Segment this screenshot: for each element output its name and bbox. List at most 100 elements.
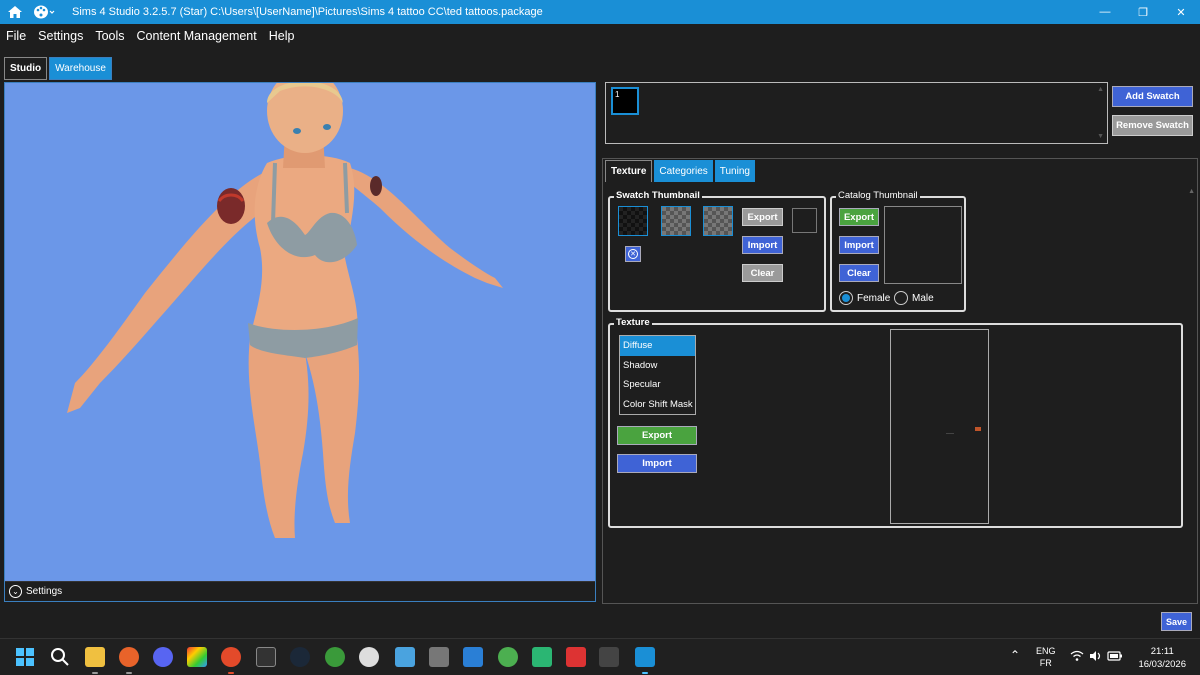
menu-file[interactable]: File bbox=[0, 29, 32, 43]
windows-start-icon[interactable] bbox=[15, 647, 35, 667]
home-icon[interactable] bbox=[0, 0, 30, 24]
texture-export-button[interactable]: Export bbox=[617, 426, 697, 445]
palette-icon[interactable] bbox=[30, 0, 58, 24]
catalog-thumbnail-label: Catalog Thumbnail bbox=[836, 190, 920, 201]
texture-item-specular[interactable]: Specular bbox=[620, 375, 695, 395]
swatch-item[interactable]: 1 bbox=[611, 87, 639, 115]
taskbar: ⌃ ENG FR 21:11 16/03/2026 bbox=[0, 638, 1200, 675]
texture-label: Texture bbox=[614, 317, 652, 328]
swatch-list[interactable]: 1 ▲ ▼ bbox=[605, 82, 1108, 144]
calculator-icon[interactable] bbox=[429, 647, 449, 667]
app-icon[interactable] bbox=[359, 647, 379, 667]
tab-warehouse[interactable]: Warehouse bbox=[49, 57, 112, 80]
sims-plumbob-icon[interactable] bbox=[498, 647, 518, 667]
epic-games-icon[interactable] bbox=[256, 647, 276, 667]
menu-tools[interactable]: Tools bbox=[89, 29, 130, 43]
ea-app-icon[interactable] bbox=[221, 647, 241, 667]
taskbar-running-indicator bbox=[642, 672, 648, 674]
radio-female-label: Female bbox=[857, 292, 891, 304]
menu-settings[interactable]: Settings bbox=[32, 29, 89, 43]
sub-tabs: Texture Categories Tuning bbox=[605, 160, 755, 182]
swatch-import-button[interactable]: Import bbox=[742, 236, 783, 254]
taskbar-running-indicator bbox=[126, 672, 132, 674]
title-bar: Sims 4 Studio 3.2.5.7 (Star) C:\Users\[U… bbox=[0, 0, 1200, 24]
swatch-thumbnail-image[interactable] bbox=[661, 206, 691, 236]
search-icon[interactable] bbox=[50, 647, 70, 667]
scroll-up-icon[interactable]: ▲ bbox=[1188, 188, 1195, 195]
catalog-import-button[interactable]: Import bbox=[839, 236, 879, 254]
firefox-icon[interactable] bbox=[119, 647, 139, 667]
main-tabs: Studio Warehouse bbox=[4, 57, 112, 80]
remove-swatch-button[interactable]: Remove Swatch bbox=[1112, 115, 1193, 136]
sims-4-studio-icon[interactable] bbox=[635, 647, 655, 667]
sim-model-render bbox=[67, 83, 503, 538]
viewport-settings-bar[interactable]: ⌄ Settings bbox=[5, 581, 595, 601]
catalog-export-button[interactable]: Export bbox=[839, 208, 879, 226]
texture-group: Texture Diffuse Shadow Specular Color Sh… bbox=[608, 317, 1183, 528]
minecraft-icon[interactable] bbox=[532, 647, 552, 667]
texture-preview-image bbox=[946, 427, 981, 434]
window-title: Sims 4 Studio 3.2.5.7 (Star) C:\Users\[U… bbox=[72, 6, 543, 18]
chevron-up-icon[interactable]: ⌃ bbox=[1010, 649, 1020, 661]
paint-icon[interactable] bbox=[187, 647, 207, 667]
tab-texture[interactable]: Texture bbox=[605, 160, 653, 182]
notepad-icon[interactable] bbox=[395, 647, 415, 667]
swatch-export-button[interactable]: Export bbox=[742, 208, 783, 226]
taskbar-running-indicator bbox=[228, 672, 234, 674]
texture-item-color-shift-mask[interactable]: Color Shift Mask bbox=[620, 395, 695, 415]
close-button[interactable]: ✕ bbox=[1162, 0, 1200, 24]
menu-content-management[interactable]: Content Management bbox=[131, 29, 263, 43]
tab-tuning[interactable]: Tuning bbox=[714, 160, 755, 182]
right-pane: 1 ▲ ▼ Add Swatch Remove Swatch Texture C… bbox=[600, 78, 1200, 606]
language-top: ENG bbox=[1036, 646, 1056, 656]
texture-item-shadow[interactable]: Shadow bbox=[620, 356, 695, 376]
scroll-up-icon[interactable]: ▲ bbox=[1097, 86, 1104, 93]
viewport-settings-label: Settings bbox=[26, 586, 63, 597]
save-button[interactable]: Save bbox=[1161, 612, 1192, 631]
swatch-thumbnail-image[interactable] bbox=[703, 206, 733, 236]
menu-bar: File Settings Tools Content Management H… bbox=[0, 24, 1200, 48]
remove-thumbnail-button[interactable]: ✕ bbox=[625, 246, 641, 262]
file-explorer-icon[interactable] bbox=[85, 647, 105, 667]
swatch-clear-button[interactable]: Clear bbox=[742, 264, 783, 282]
menu-help[interactable]: Help bbox=[263, 29, 301, 43]
tab-categories[interactable]: Categories bbox=[654, 160, 713, 182]
radio-male-dot[interactable] bbox=[894, 291, 908, 305]
catalog-thumbnail-group: Catalog Thumbnail Export Import Clear Fe… bbox=[830, 190, 966, 312]
texture-preview bbox=[890, 329, 989, 524]
discord-icon[interactable] bbox=[153, 647, 173, 667]
battery-icon[interactable] bbox=[1107, 650, 1123, 665]
language-bottom: FR bbox=[1039, 658, 1052, 668]
catalog-clear-button[interactable]: Clear bbox=[839, 264, 879, 282]
texture-import-button[interactable]: Import bbox=[617, 454, 697, 473]
restore-button[interactable]: ❐ bbox=[1124, 0, 1162, 24]
swatch-thumbnail-image[interactable] bbox=[618, 206, 648, 236]
store-icon[interactable] bbox=[463, 647, 483, 667]
swatch-thumbnail-label: Swatch Thumbnail bbox=[614, 190, 702, 201]
swatch-thumbnail-group: Swatch Thumbnail ✕ Export Import Clear bbox=[608, 190, 826, 312]
wifi-icon[interactable] bbox=[1070, 650, 1084, 665]
radio-female[interactable]: Female bbox=[839, 291, 890, 305]
add-swatch-button[interactable]: Add Swatch bbox=[1112, 86, 1193, 107]
radio-female-dot[interactable] bbox=[839, 291, 853, 305]
tab-studio[interactable]: Studio bbox=[4, 57, 48, 80]
volume-icon[interactable] bbox=[1089, 650, 1103, 665]
steam-icon[interactable] bbox=[290, 647, 310, 667]
taskbar-running-indicator bbox=[92, 672, 98, 674]
3d-viewport[interactable]: ⌄ Settings bbox=[4, 82, 596, 602]
radio-male[interactable]: Male bbox=[894, 291, 934, 305]
swatch-color-box[interactable] bbox=[792, 208, 817, 233]
clock[interactable]: 21:11 16/03/2026 bbox=[1138, 645, 1186, 671]
radio-male-label: Male bbox=[912, 292, 934, 304]
clock-time: 21:11 bbox=[1150, 646, 1174, 657]
language-indicator[interactable]: ENG FR bbox=[1036, 645, 1056, 669]
texture-list[interactable]: Diffuse Shadow Specular Color Shift Mask bbox=[619, 335, 696, 415]
texture-item-diffuse[interactable]: Diffuse bbox=[620, 336, 695, 356]
chevron-down-icon[interactable]: ⌄ bbox=[9, 585, 22, 598]
game-launcher-icon[interactable] bbox=[325, 647, 345, 667]
app-icon[interactable] bbox=[566, 647, 586, 667]
minimize-button[interactable]: — bbox=[1086, 0, 1124, 24]
scroll-down-icon[interactable]: ▼ bbox=[1097, 133, 1104, 140]
app-icon[interactable] bbox=[599, 647, 619, 667]
close-icon: ✕ bbox=[628, 249, 638, 259]
